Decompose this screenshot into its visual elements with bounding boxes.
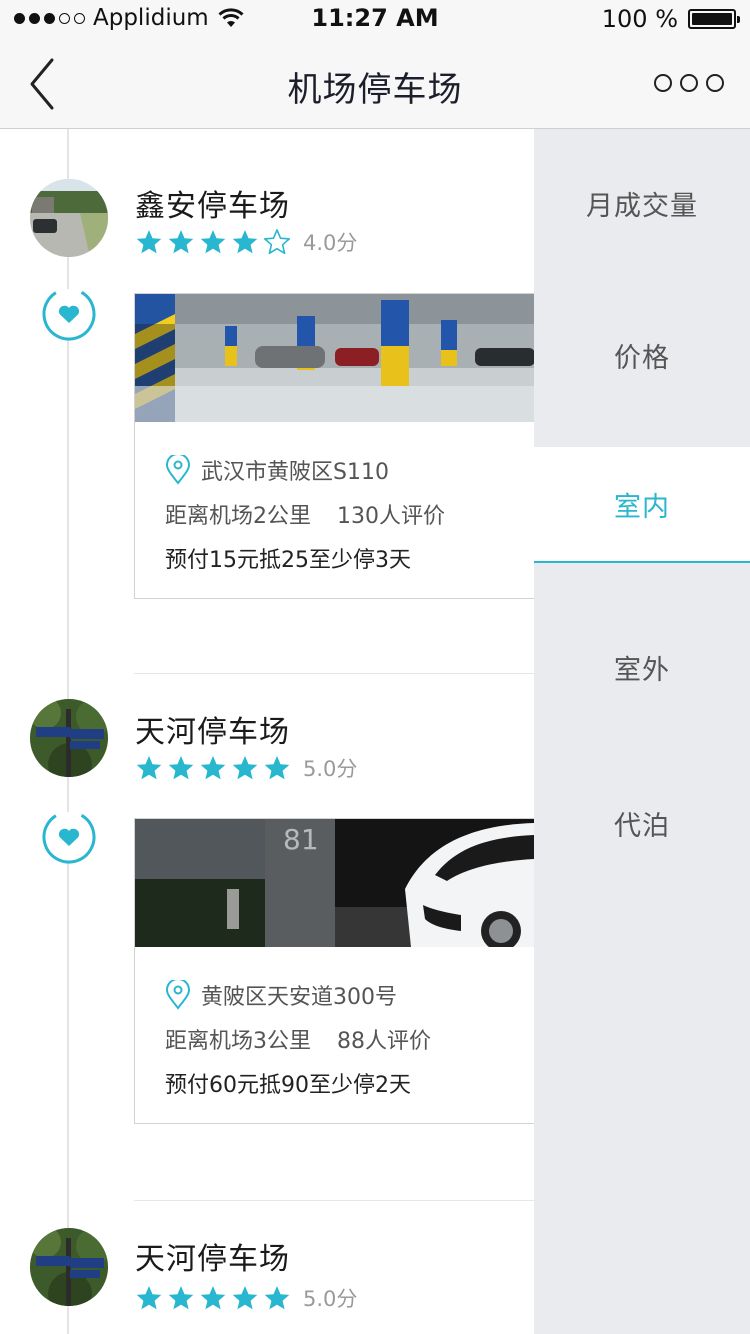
promo-text: 预付15元抵25至少停3天 [165, 548, 411, 573]
star-filled-icon [200, 230, 226, 254]
battery-icon [688, 9, 740, 29]
lot-name: 鑫安停车场 [135, 189, 290, 224]
star-rating: 5.0分 [135, 753, 357, 783]
lot-card[interactable]: 武汉市黄陂区S110 距离机场2公里 130人评价 预付15元抵25至少停3天 [134, 293, 534, 599]
star-filled-icon [168, 230, 194, 254]
filter-sidebar: 月成交量 价格 室内 室外 代泊 [534, 129, 750, 1334]
filter-label: 价格 [614, 342, 670, 374]
star-rating: 4.0分 [135, 227, 357, 257]
indoor-garage-photo [135, 294, 534, 422]
score-label: 5.0分 [303, 757, 358, 781]
filter-label: 室外 [614, 654, 670, 686]
favorite-heart-button[interactable] [41, 809, 97, 865]
promo-text: 预付60元抵90至少停2天 [165, 1073, 411, 1098]
address-row: 武汉市黄陂区S110 [165, 454, 445, 486]
star-filled-icon [232, 230, 258, 254]
avatar [30, 1228, 108, 1306]
star-rating: 5.0分 [135, 1283, 357, 1313]
star-filled-icon [232, 1286, 258, 1310]
card-body: 黄陂区天安道300号 距离机场3公里 88人评价 预付60元抵90至少停2天 [165, 979, 431, 1099]
more-dot-icon [654, 74, 672, 92]
status-right: 100 % [601, 5, 740, 33]
address-text: 黄陂区天安道300号 [201, 985, 397, 1010]
location-pin-icon [165, 455, 191, 485]
star-filled-icon [200, 756, 226, 780]
star-filled-icon [264, 756, 290, 780]
page-title: 机场停车场 [287, 70, 463, 110]
distance-row: 距离机场3公里 88人评价 [165, 1023, 431, 1055]
filter-indoor[interactable]: 室内 [534, 447, 750, 563]
list-item[interactable]: 天河停车场 5.0分 81 黄陂区天安道300号 距离机场3公里 88人评价 预… [0, 674, 534, 1201]
filter-label: 室内 [614, 491, 670, 523]
parking-list: 鑫安停车场 4.0分 武汉市黄陂区S110 距离机场2公里 130人评价 预付1… [0, 129, 534, 1334]
nav-bar: 机场停车场 [0, 40, 750, 129]
filter-label: 代泊 [614, 810, 670, 842]
svg-text:81: 81 [283, 823, 319, 856]
list-item[interactable]: 鑫安停车场 4.0分 武汉市黄陂区S110 距离机场2公里 130人评价 预付1… [0, 129, 534, 674]
filter-label: 月成交量 [586, 190, 698, 222]
address-text: 武汉市黄陂区S110 [201, 460, 389, 485]
star-filled-icon [200, 1286, 226, 1310]
filter-valet[interactable]: 代泊 [534, 765, 750, 881]
more-dot-icon [706, 74, 724, 92]
star-filled-icon [168, 756, 194, 780]
star-filled-icon [136, 230, 162, 254]
avatar [30, 699, 108, 777]
address-row: 黄陂区天安道300号 [165, 979, 431, 1011]
star-empty-icon [263, 229, 291, 255]
score-label: 5.0分 [303, 1287, 358, 1311]
star-filled-icon [232, 756, 258, 780]
status-bar: Applidium 11:27 AM 100 % [0, 0, 750, 40]
star-filled-icon [264, 1286, 290, 1310]
score-label: 4.0分 [303, 231, 358, 255]
more-button[interactable] [654, 74, 724, 92]
distance-text: 距离机场3公里 [165, 1029, 311, 1054]
favorite-heart-button[interactable] [41, 286, 97, 342]
location-pin-icon [165, 980, 191, 1010]
filter-price[interactable]: 价格 [534, 297, 750, 413]
reviews-text: 88人评价 [337, 1029, 431, 1054]
star-filled-icon [136, 756, 162, 780]
avatar [30, 179, 108, 257]
lot-name: 天河停车场 [135, 1242, 290, 1277]
lot-card[interactable]: 81 黄陂区天安道300号 距离机场3公里 88人评价 预付60元抵90至少停2… [134, 818, 534, 1124]
battery-percent: 100 % [601, 5, 678, 33]
star-filled-icon [136, 1286, 162, 1310]
filter-monthly-volume[interactable]: 月成交量 [534, 145, 750, 261]
filter-outdoor[interactable]: 室外 [534, 609, 750, 725]
list-item[interactable]: 天河停车场 5.0分 [0, 1201, 534, 1334]
card-body: 武汉市黄陂区S110 距离机场2公里 130人评价 预付15元抵25至少停3天 [165, 454, 445, 574]
distance-row: 距离机场2公里 130人评价 [165, 498, 445, 530]
reviews-text: 130人评价 [337, 504, 445, 529]
lot-name: 天河停车场 [135, 715, 290, 750]
sports-car-photo: 81 [135, 819, 534, 947]
star-filled-icon [168, 1286, 194, 1310]
more-dot-icon [680, 74, 698, 92]
distance-text: 距离机场2公里 [165, 504, 311, 529]
